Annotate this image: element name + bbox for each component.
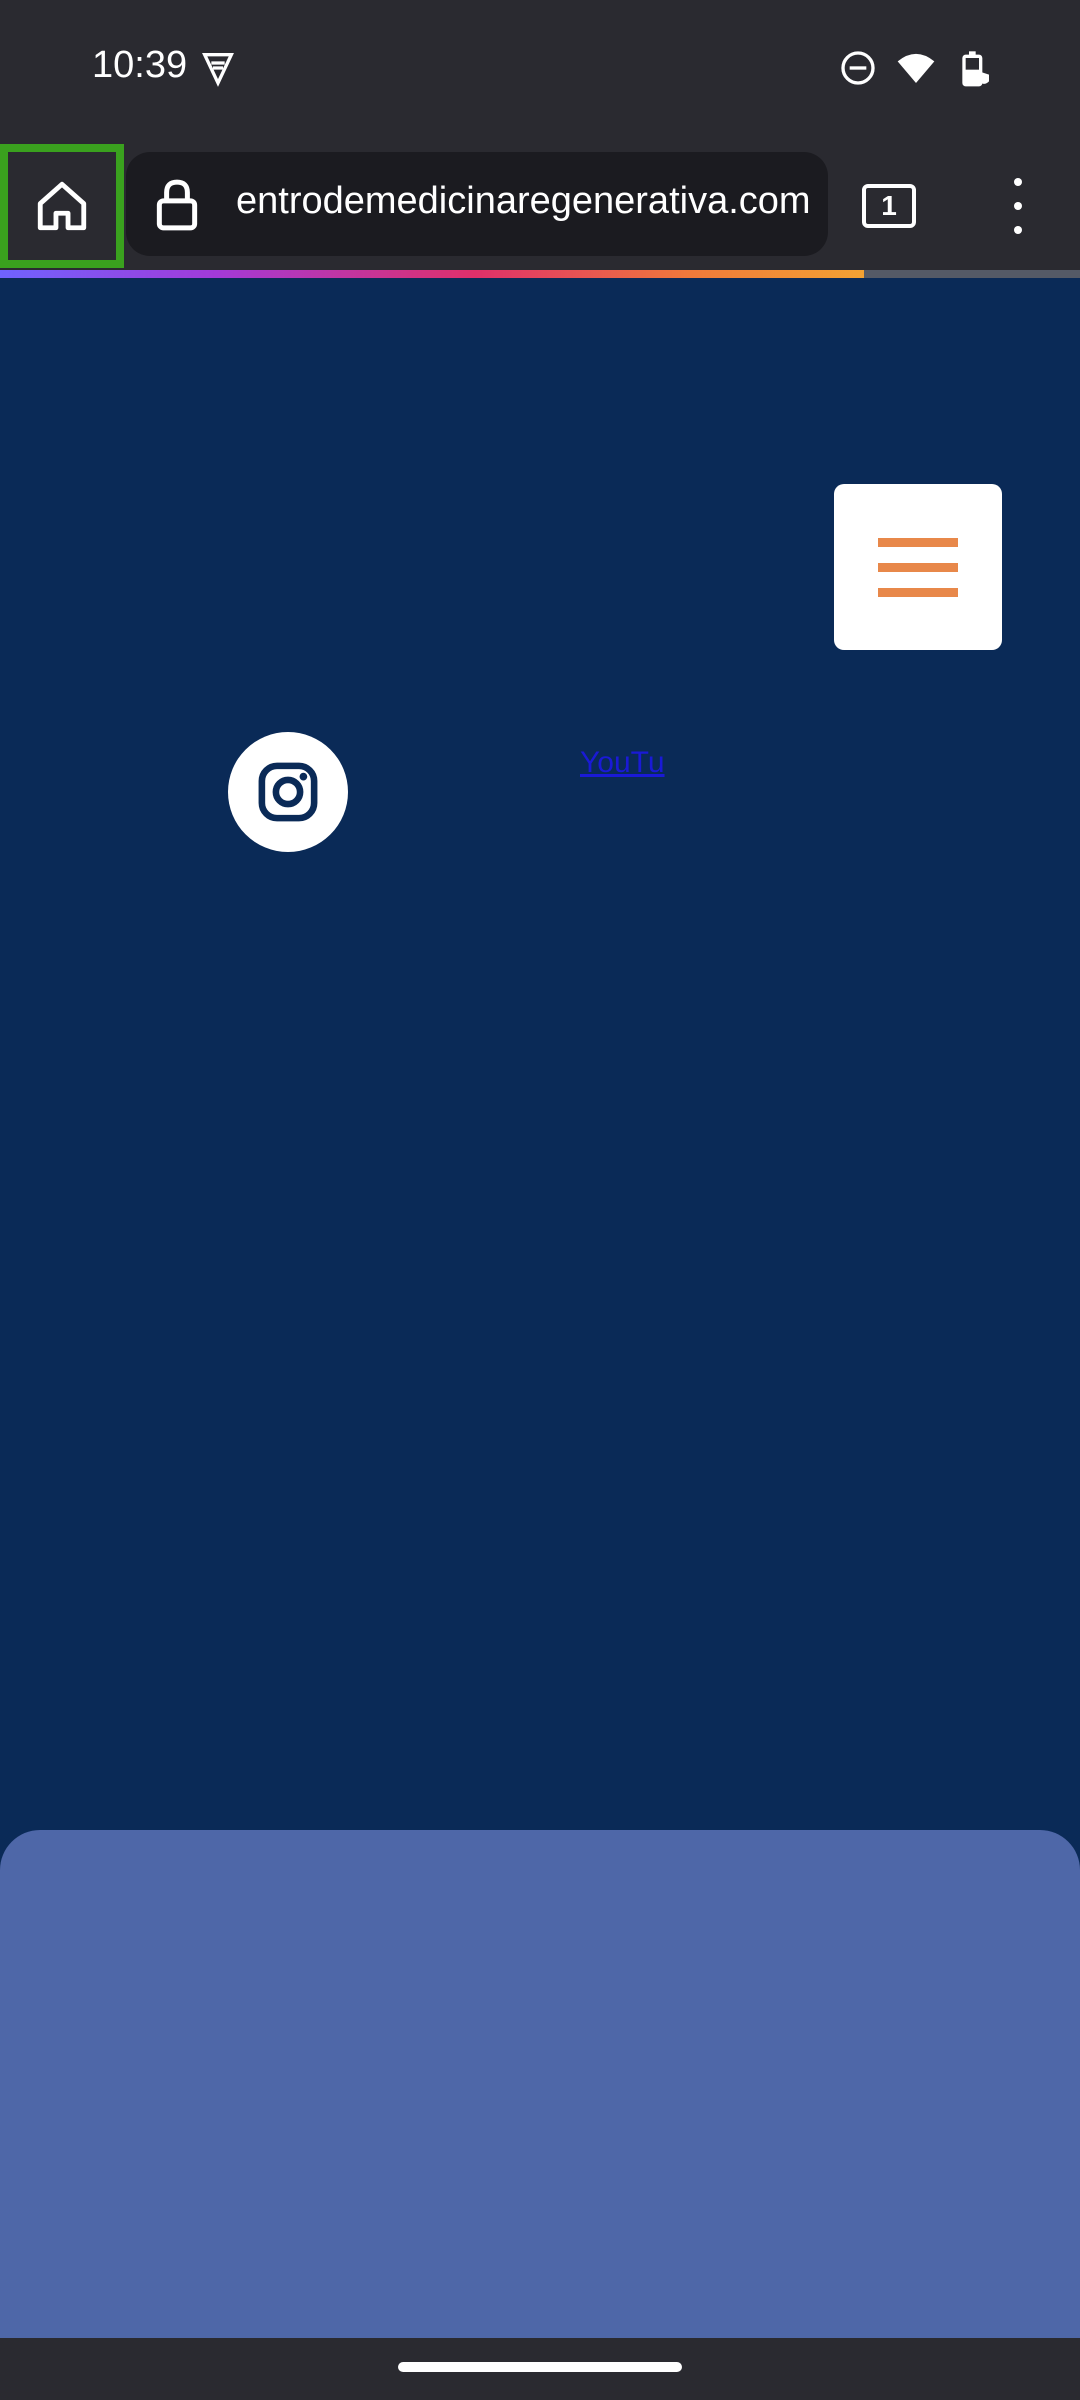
do-not-disturb-icon (841, 51, 875, 85)
browser-toolbar: entrodemedicinaregenerativa.com 1 (0, 138, 1080, 270)
hamburger-line (878, 537, 958, 547)
home-icon (37, 181, 87, 231)
page-load-progress (0, 270, 1080, 278)
tab-switcher-button[interactable]: 1 (862, 184, 916, 228)
hamburger-menu-button[interactable] (834, 484, 1002, 650)
battery-saver-icon (962, 51, 989, 87)
vpn-shield-icon (202, 53, 234, 87)
wifi-icon (897, 53, 935, 83)
instagram-link[interactable] (228, 732, 348, 852)
instagram-icon (258, 762, 318, 822)
gesture-handle[interactable] (398, 2362, 682, 2372)
url-value: entrodemedicinaregenerativa.com (236, 180, 811, 222)
url-text[interactable]: entrodemedicinaregenerativa.com (236, 180, 826, 230)
home-button[interactable] (0, 144, 124, 268)
lock-icon[interactable] (152, 178, 202, 232)
status-bar: 10:39 (0, 0, 1080, 138)
address-bar[interactable]: entrodemedicinaregenerativa.com (126, 152, 828, 256)
status-icons (838, 48, 994, 88)
status-time: 10:39 (92, 44, 188, 86)
youtube-link[interactable]: YouTu (580, 746, 665, 780)
navigation-bar (0, 2338, 1080, 2400)
bottom-panel (0, 1830, 1080, 2340)
page-load-progress-fill (0, 270, 864, 278)
more-vert-icon[interactable] (1000, 178, 1036, 234)
hamburger-line (878, 562, 958, 572)
hamburger-line (878, 587, 958, 597)
